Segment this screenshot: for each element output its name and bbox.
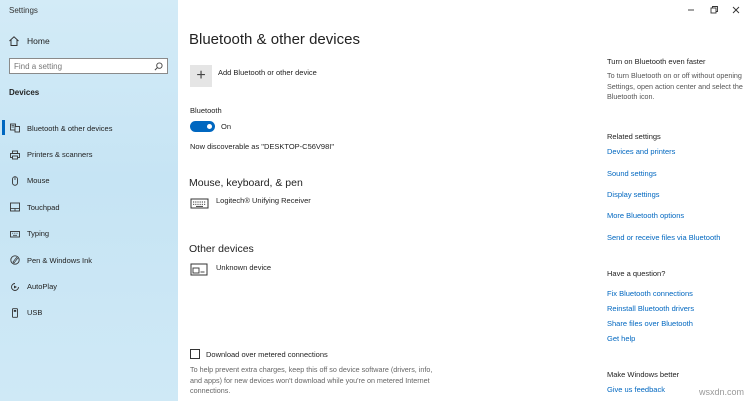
watermark: wsxdn.com <box>698 387 744 397</box>
plus-icon: + <box>196 67 206 84</box>
sidebar-item-label: Touchpad <box>27 202 60 212</box>
search-icon[interactable] <box>154 62 163 71</box>
pen-icon <box>10 255 20 265</box>
sidebar-item-label: Printers & scanners <box>27 150 93 160</box>
mouse-icon <box>12 176 18 186</box>
metered-label: Download over metered connections <box>206 349 328 359</box>
restore-icon[interactable] <box>707 4 721 16</box>
section-heading-devices: Devices <box>9 88 40 97</box>
unknown-device-icon <box>190 263 208 276</box>
link-devices-and-printers[interactable]: Devices and printers <box>607 147 675 156</box>
keyboard-icon <box>10 230 20 238</box>
add-device-button[interactable]: + <box>190 65 212 87</box>
printer-icon <box>10 150 20 160</box>
keyboard-icon <box>190 198 209 209</box>
link-more-bluetooth-options[interactable]: More Bluetooth options <box>607 211 684 220</box>
device-unknown[interactable]: Unknown device <box>190 263 271 279</box>
sidebar-item-typing[interactable]: Typing <box>0 221 178 247</box>
add-device-label[interactable]: Add Bluetooth or other device <box>218 68 317 77</box>
bluetooth-faster-text: To turn Bluetooth on or off without open… <box>607 71 743 101</box>
make-windows-better-heading: Make Windows better <box>607 370 680 379</box>
related-settings-heading: Related settings <box>607 132 661 141</box>
device-name: Logitech® Unifying Receiver <box>216 196 311 205</box>
other-devices-heading: Other devices <box>189 243 254 255</box>
touchpad-icon <box>10 202 20 212</box>
sidebar-item-label: USB <box>27 308 43 318</box>
bluetooth-label: Bluetooth <box>190 106 222 115</box>
toggle-knob <box>207 124 212 129</box>
sidebar-item-mouse[interactable]: Mouse <box>0 168 178 194</box>
close-icon[interactable] <box>729 4 743 16</box>
bluetooth-faster-heading: Turn on Bluetooth even faster <box>607 57 706 66</box>
page-title: Bluetooth & other devices <box>189 31 360 48</box>
link-get-help[interactable]: Get help <box>607 334 635 343</box>
sidebar-nav: Bluetooth & other devices Printers & sca… <box>0 115 178 326</box>
link-sound-settings[interactable]: Sound settings <box>607 169 657 178</box>
have-a-question-heading: Have a question? <box>607 269 666 278</box>
home-icon <box>9 36 19 46</box>
sidebar-item-bluetooth[interactable]: Bluetooth & other devices <box>0 115 178 141</box>
bluetooth-toggle[interactable] <box>190 121 215 132</box>
sidebar-item-autoplay[interactable]: AutoPlay <box>0 273 178 299</box>
bluetooth-toggle-state: On <box>221 122 232 131</box>
bluetooth-devices-icon <box>10 123 20 133</box>
sidebar-item-pen[interactable]: Pen & Windows Ink <box>0 247 178 273</box>
home-label: Home <box>27 36 50 46</box>
sidebar-item-label: Bluetooth & other devices <box>27 123 113 133</box>
sidebar-item-label: AutoPlay <box>27 282 58 292</box>
device-logitech-receiver[interactable]: Logitech® Unifying Receiver <box>190 196 311 212</box>
metered-connections-option: Download over metered connections <box>190 349 328 359</box>
device-name: Unknown device <box>216 263 272 272</box>
home-nav-item[interactable]: Home <box>8 34 50 48</box>
search-input[interactable] <box>14 61 154 71</box>
sidebar-item-usb[interactable]: USB <box>0 300 178 326</box>
link-give-feedback[interactable]: Give us feedback <box>607 385 665 394</box>
minimize-icon[interactable] <box>684 4 698 16</box>
sidebar-item-printers[interactable]: Printers & scanners <box>0 141 178 167</box>
sidebar-item-label: Typing <box>27 229 50 239</box>
search-box[interactable] <box>9 58 168 74</box>
link-fix-bluetooth-connections[interactable]: Fix Bluetooth connections <box>607 289 693 298</box>
sidebar-item-label: Pen & Windows Ink <box>27 255 93 265</box>
discoverable-text: Now discoverable as "DESKTOP-C56V98I" <box>190 142 334 151</box>
mouse-keyboard-pen-heading: Mouse, keyboard, & pen <box>189 177 303 189</box>
autoplay-icon <box>11 282 19 291</box>
link-send-receive-files[interactable]: Send or receive files via Bluetooth <box>607 233 720 242</box>
sidebar: Settings Home Devices Bluetooth & other … <box>0 0 178 401</box>
sidebar-item-touchpad[interactable]: Touchpad <box>0 194 178 220</box>
link-share-files-over-bluetooth[interactable]: Share files over Bluetooth <box>607 319 693 328</box>
link-reinstall-bluetooth-drivers[interactable]: Reinstall Bluetooth drivers <box>607 304 694 313</box>
link-display-settings[interactable]: Display settings <box>607 190 660 199</box>
metered-help-text: To help prevent extra charges, keep this… <box>190 365 433 395</box>
app-title: Settings <box>9 6 38 15</box>
usb-icon <box>12 308 18 318</box>
sidebar-item-label: Mouse <box>27 176 50 186</box>
metered-checkbox[interactable] <box>190 349 200 359</box>
